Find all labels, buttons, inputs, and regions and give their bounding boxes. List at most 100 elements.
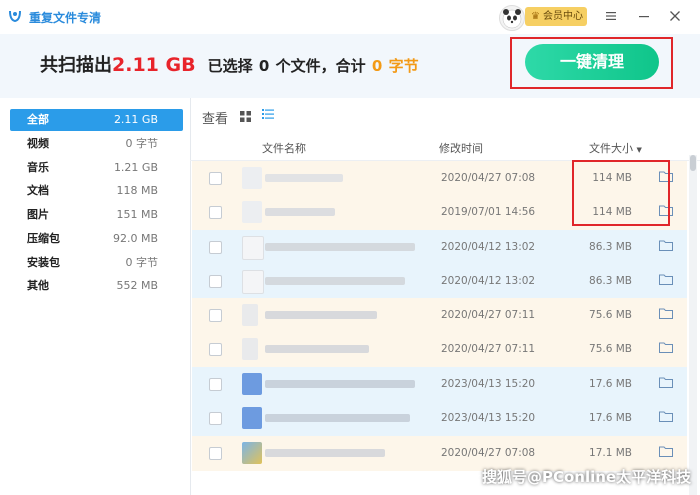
summary-prefix: 共扫描出 <box>40 55 112 76</box>
sidebar-item-size: 151 MB <box>116 208 158 221</box>
sidebar-item-label: 压缩包 <box>27 232 60 245</box>
table-row[interactable]: 2020/04/27 07:11 75.6 MB <box>192 332 687 367</box>
panda-avatar-icon <box>502 9 522 29</box>
row-checkbox[interactable] <box>209 412 222 425</box>
open-folder-icon[interactable] <box>659 446 673 457</box>
sidebar-item-all[interactable]: 全部 2.11 GB <box>10 109 183 131</box>
row-file-size: 17.1 MB <box>589 447 632 459</box>
sidebar-item-size: 2.11 GB <box>113 113 158 126</box>
row-modified-date: 2020/04/27 07:11 <box>441 343 536 355</box>
row-checkbox[interactable] <box>209 378 222 391</box>
view-toolbar: 查看 <box>190 98 700 132</box>
table-row[interactable]: 2020/04/12 13:02 86.3 MB <box>192 264 687 299</box>
row-checkbox[interactable] <box>209 172 222 185</box>
sidebar-item-label: 音乐 <box>27 161 49 174</box>
user-avatar[interactable] <box>499 5 525 31</box>
menu-icon <box>606 12 616 20</box>
app-logo-icon <box>9 10 21 23</box>
table-row[interactable]: 2020/04/27 07:11 75.6 MB <box>192 298 687 333</box>
row-checkbox[interactable] <box>209 206 222 219</box>
sidebar-item-other[interactable]: 其他 552 MB <box>10 275 183 297</box>
open-folder-icon[interactable] <box>659 240 673 251</box>
scrollbar-thumb[interactable] <box>690 155 696 171</box>
list-view-icon[interactable] <box>262 108 274 120</box>
open-folder-icon[interactable] <box>659 308 673 319</box>
sidebar-item-installers[interactable]: 安装包 0 字节 <box>10 252 183 274</box>
open-folder-icon[interactable] <box>659 411 673 422</box>
grid-view-icon[interactable] <box>240 111 251 122</box>
column-size[interactable]: 文件大小 ▼ <box>589 140 642 156</box>
file-thumbnail <box>242 304 258 326</box>
row-checkbox[interactable] <box>209 343 222 356</box>
sidebar-item-music[interactable]: 音乐 1.21 GB <box>10 157 183 179</box>
row-file-size: 86.3 MB <box>589 241 632 253</box>
app-title: 重复文件专清 <box>29 11 102 25</box>
sort-desc-icon: ▼ <box>636 146 642 154</box>
table-row[interactable]: 2020/04/12 13:02 86.3 MB <box>192 230 687 265</box>
open-folder-icon[interactable] <box>659 274 673 285</box>
sidebar-item-size: 118 MB <box>116 184 158 197</box>
crown-icon: ♛ <box>531 11 540 22</box>
row-modified-date: 2020/04/27 07:08 <box>441 447 536 459</box>
selected-size: 0 <box>371 57 383 75</box>
selected-prefix: 已选择 <box>207 57 253 75</box>
row-modified-date: 2020/04/12 13:02 <box>441 275 536 287</box>
minimize-icon <box>639 16 649 18</box>
file-list-header: 文件名称 修改时间 文件大小 ▼ <box>190 132 700 161</box>
sidebar-item-label: 安装包 <box>27 256 60 269</box>
watermark: 搜狐号@PConline太平洋科技 <box>482 468 692 486</box>
sidebar-item-archives[interactable]: 压缩包 92.0 MB <box>10 228 183 250</box>
view-label: 查看 <box>202 112 229 127</box>
vip-center-button[interactable]: ♛ 会员中心 <box>525 7 587 26</box>
file-name-redacted <box>265 243 415 251</box>
category-sidebar: 全部 2.11 GB 视频 0 字节 音乐 1.21 GB 文档 118 MB … <box>0 98 191 495</box>
sidebar-item-label: 图片 <box>27 208 49 221</box>
table-row[interactable]: 2023/04/13 15:20 17.6 MB <box>192 401 687 436</box>
selected-suffix: 个文件，合计 <box>275 57 366 75</box>
size-column-highlight <box>572 160 670 226</box>
file-thumbnail <box>242 201 262 223</box>
sidebar-item-label: 文档 <box>27 184 49 197</box>
open-folder-icon[interactable] <box>659 342 673 353</box>
sidebar-item-images[interactable]: 图片 151 MB <box>10 204 183 226</box>
column-filename[interactable]: 文件名称 <box>262 140 306 156</box>
row-checkbox[interactable] <box>209 447 222 460</box>
sidebar-item-video[interactable]: 视频 0 字节 <box>10 133 183 155</box>
table-row[interactable]: 2023/04/13 15:20 17.6 MB <box>192 367 687 402</box>
file-name-redacted <box>265 449 385 457</box>
file-name-redacted <box>265 311 377 319</box>
minimize-button[interactable] <box>634 6 654 26</box>
sidebar-item-label: 其他 <box>27 279 49 292</box>
row-file-size: 75.6 MB <box>589 343 632 355</box>
row-file-size: 17.6 MB <box>589 412 632 424</box>
total-size: 2.11 GB <box>112 54 196 76</box>
sidebar-item-size: 1.21 GB <box>113 161 158 174</box>
row-modified-date: 2020/04/27 07:08 <box>441 172 536 184</box>
column-modified[interactable]: 修改时间 <box>439 140 483 156</box>
file-thumbnail <box>242 373 262 395</box>
close-button[interactable] <box>665 6 685 26</box>
sidebar-item-size: 0 字节 <box>125 137 159 150</box>
row-modified-date: 2023/04/13 15:20 <box>441 378 536 390</box>
file-name-redacted <box>265 380 415 388</box>
scan-summary: 共扫描出2.11 GB 已选择 0 个文件，合计 0 字节 <box>40 51 419 77</box>
file-thumbnail <box>242 442 262 464</box>
title-bar: 重复文件专清 ♛ 会员中心 <box>0 0 700 34</box>
sidebar-item-documents[interactable]: 文档 118 MB <box>10 180 183 202</box>
row-file-size: 17.6 MB <box>589 378 632 390</box>
sidebar-item-size: 0 字节 <box>125 256 159 269</box>
file-name-redacted <box>265 174 343 182</box>
summary-header: 共扫描出2.11 GB 已选择 0 个文件，合计 0 字节 一键清理 <box>0 34 700 98</box>
scrollbar[interactable] <box>689 155 697 495</box>
one-click-clean-button[interactable]: 一键清理 <box>525 44 659 80</box>
row-checkbox[interactable] <box>209 309 222 322</box>
open-folder-icon[interactable] <box>659 377 673 388</box>
file-name-redacted <box>265 414 410 422</box>
sidebar-item-size: 92.0 MB <box>112 232 158 245</box>
menu-button[interactable] <box>601 6 621 26</box>
row-checkbox[interactable] <box>209 241 222 254</box>
close-icon <box>670 11 680 21</box>
file-name-redacted <box>265 208 335 216</box>
row-checkbox[interactable] <box>209 275 222 288</box>
file-thumbnail <box>242 167 262 189</box>
